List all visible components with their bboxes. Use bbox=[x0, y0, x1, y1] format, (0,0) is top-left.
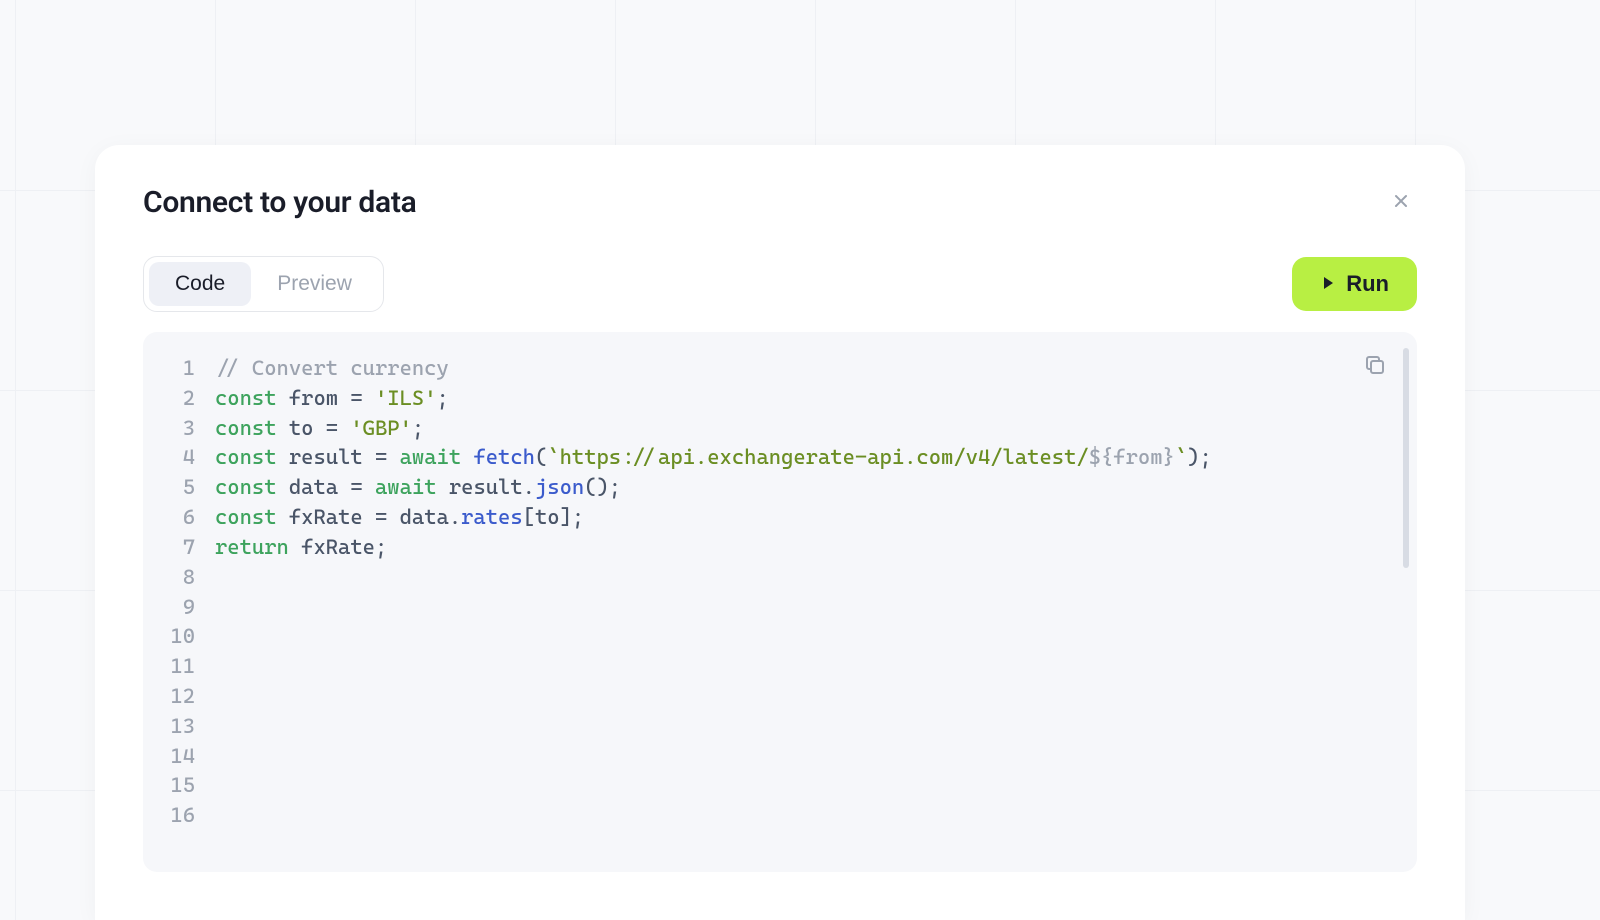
copy-button[interactable] bbox=[1361, 352, 1389, 380]
line-number: 14 bbox=[167, 742, 215, 772]
line-number: 3 bbox=[167, 414, 215, 444]
line-content: // Convert currency bbox=[215, 354, 1393, 384]
line-number: 9 bbox=[167, 593, 215, 623]
code-content: 1// Convert currency2const from = 'ILS';… bbox=[167, 354, 1393, 831]
line-content bbox=[215, 652, 1393, 682]
line-number: 15 bbox=[167, 771, 215, 801]
play-icon bbox=[1320, 271, 1336, 297]
line-content: const from = 'ILS'; bbox=[215, 384, 1393, 414]
code-line: 12 bbox=[167, 682, 1393, 712]
code-editor[interactable]: 1// Convert currency2const from = 'ILS';… bbox=[143, 332, 1417, 872]
line-content: return fxRate; bbox=[215, 533, 1393, 563]
code-line: 14 bbox=[167, 742, 1393, 772]
code-line: 16 bbox=[167, 801, 1393, 831]
close-icon bbox=[1392, 192, 1410, 213]
run-button-label: Run bbox=[1346, 271, 1389, 297]
line-content bbox=[215, 771, 1393, 801]
line-content bbox=[215, 593, 1393, 623]
code-line: 10 bbox=[167, 622, 1393, 652]
code-line: 4const result = await fetch(`https://api… bbox=[167, 443, 1393, 473]
line-content bbox=[215, 682, 1393, 712]
line-number: 16 bbox=[167, 801, 215, 831]
close-button[interactable] bbox=[1385, 187, 1417, 219]
line-number: 13 bbox=[167, 712, 215, 742]
line-number: 8 bbox=[167, 563, 215, 593]
line-content bbox=[215, 712, 1393, 742]
line-number: 12 bbox=[167, 682, 215, 712]
code-line: 1// Convert currency bbox=[167, 354, 1393, 384]
code-line: 13 bbox=[167, 712, 1393, 742]
copy-icon bbox=[1363, 353, 1387, 380]
line-number: 11 bbox=[167, 652, 215, 682]
line-content: const to = 'GBP'; bbox=[215, 414, 1393, 444]
line-content bbox=[215, 742, 1393, 772]
code-line: 3const to = 'GBP'; bbox=[167, 414, 1393, 444]
modal-toolbar: Code Preview Run bbox=[143, 256, 1417, 312]
line-number: 10 bbox=[167, 622, 215, 652]
line-number: 7 bbox=[167, 533, 215, 563]
tab-code[interactable]: Code bbox=[149, 262, 251, 306]
line-content bbox=[215, 563, 1393, 593]
code-line: 6const fxRate = data.rates[to]; bbox=[167, 503, 1393, 533]
code-line: 15 bbox=[167, 771, 1393, 801]
code-line: 5const data = await result.json(); bbox=[167, 473, 1393, 503]
line-number: 2 bbox=[167, 384, 215, 414]
line-content: const fxRate = data.rates[to]; bbox=[215, 503, 1393, 533]
modal-title: Connect to your data bbox=[143, 185, 416, 220]
line-number: 6 bbox=[167, 503, 215, 533]
tab-group: Code Preview bbox=[143, 256, 384, 312]
scrollbar-thumb[interactable] bbox=[1403, 348, 1409, 568]
line-number: 4 bbox=[167, 443, 215, 473]
line-number: 1 bbox=[167, 354, 215, 384]
code-line: 9 bbox=[167, 593, 1393, 623]
line-content bbox=[215, 622, 1393, 652]
line-content: const result = await fetch(`https://api.… bbox=[215, 443, 1393, 473]
code-line: 8 bbox=[167, 563, 1393, 593]
code-line: 7return fxRate; bbox=[167, 533, 1393, 563]
run-button[interactable]: Run bbox=[1292, 257, 1417, 311]
code-line: 2const from = 'ILS'; bbox=[167, 384, 1393, 414]
line-number: 5 bbox=[167, 473, 215, 503]
line-content: const data = await result.json(); bbox=[215, 473, 1393, 503]
code-line: 11 bbox=[167, 652, 1393, 682]
line-content bbox=[215, 801, 1393, 831]
connect-data-modal: Connect to your data Code Preview Run bbox=[95, 145, 1465, 920]
modal-header: Connect to your data bbox=[143, 185, 1417, 220]
tab-preview[interactable]: Preview bbox=[251, 262, 378, 306]
